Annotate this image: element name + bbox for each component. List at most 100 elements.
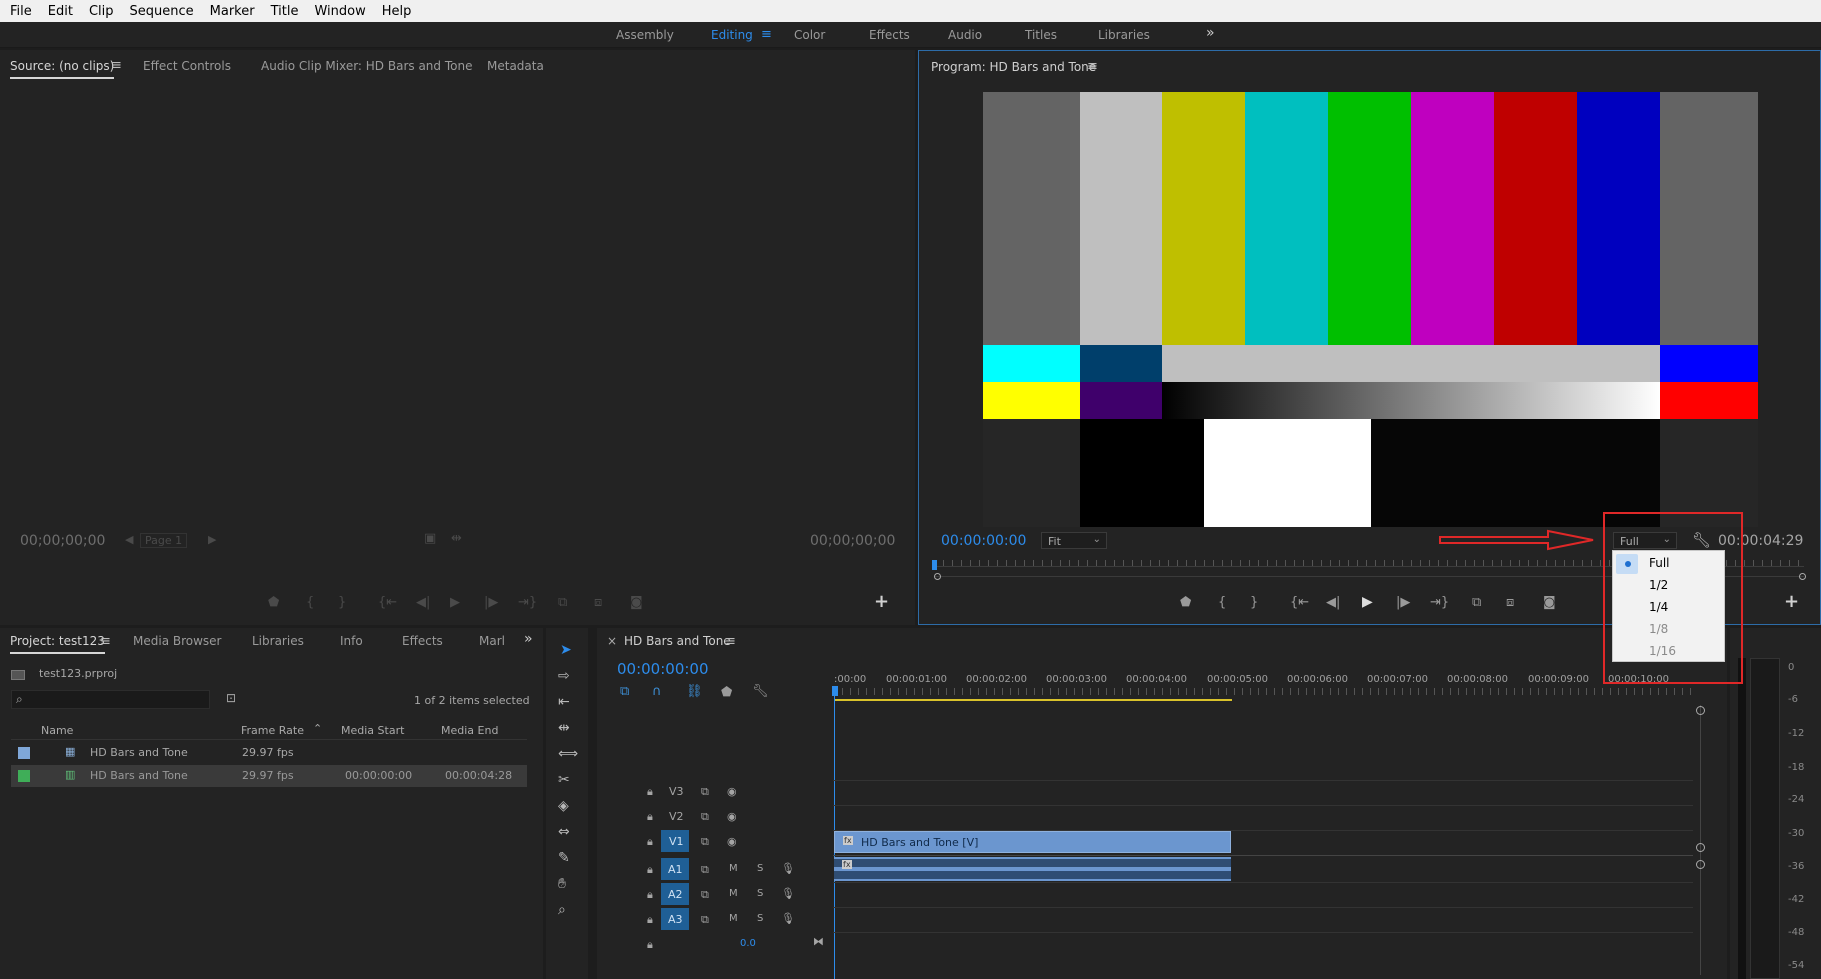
program-step-back-icon[interactable]: ◀| <box>1326 595 1340 610</box>
sync-lock-icon[interactable]: ⧉ <box>701 835 709 849</box>
timeline-timecode[interactable]: 00:00:00:00 <box>617 660 709 678</box>
tab-metadata[interactable]: Metadata <box>487 59 544 73</box>
sync-lock-icon[interactable]: ⧉ <box>701 785 709 799</box>
program-export-frame-icon[interactable]: ◙ <box>1543 595 1556 610</box>
table-row[interactable]: ▥ HD Bars and Tone 29.97 fps 00:00:00:00… <box>11 765 527 787</box>
timeline-menu-icon[interactable]: ≡ <box>725 634 736 649</box>
menu-marker[interactable]: Marker <box>202 4 263 19</box>
zoom-tool-icon[interactable]: ⌕ <box>558 902 566 918</box>
column-frame-rate[interactable]: Frame Rate <box>241 724 304 737</box>
program-timecode-current[interactable]: 00:00:00:00 <box>941 533 1026 549</box>
lock-icon[interactable]: 🔒︎ <box>647 785 653 799</box>
column-media-end[interactable]: Media End <box>441 724 498 737</box>
column-name[interactable]: Name <box>41 724 73 737</box>
lock-icon[interactable]: 🔒︎ <box>647 938 653 952</box>
scroll-handle-bottom[interactable] <box>1696 860 1705 869</box>
menu-edit[interactable]: Edit <box>40 4 81 19</box>
new-bin-from-search-icon[interactable]: ⊡ <box>226 691 236 705</box>
selection-tool-icon[interactable]: ➤ <box>560 642 572 658</box>
track-v3-label[interactable]: V3 <box>669 785 684 798</box>
track-a1-label[interactable]: A1 <box>661 858 689 880</box>
slip-tool-icon[interactable]: ◈ <box>558 798 569 814</box>
program-menu-icon[interactable]: ≡ <box>1087 59 1098 74</box>
ripple-edit-tool-icon[interactable]: ⇤ <box>558 694 570 710</box>
master-volume[interactable]: 0.0 <box>740 938 756 949</box>
program-extract-icon[interactable]: ⧈ <box>1506 595 1514 610</box>
timeline-close-icon[interactable]: × <box>607 634 617 648</box>
work-area-bar[interactable] <box>834 699 1232 701</box>
program-mark-out-icon[interactable]: } <box>1250 595 1258 610</box>
sort-ascending-icon[interactable]: ⌃ <box>313 722 322 735</box>
menu-window[interactable]: Window <box>306 4 373 19</box>
tab-audio-clip-mixer[interactable]: Audio Clip Mixer: HD Bars and Tone <box>261 59 472 73</box>
table-row[interactable]: ▦ HD Bars and Tone 29.97 fps <box>11 742 527 764</box>
program-play-icon[interactable]: ▶ <box>1362 594 1373 610</box>
microphone-icon[interactable]: 🎙︎ <box>781 912 795 925</box>
microphone-icon[interactable]: 🎙︎ <box>781 887 795 900</box>
eye-icon[interactable]: ◉ <box>727 810 737 823</box>
mute-button[interactable]: M <box>729 913 738 924</box>
tab-markers[interactable]: Marl <box>479 634 505 648</box>
track-a2-label[interactable]: A2 <box>661 883 689 905</box>
workspace-color[interactable]: Color <box>794 28 825 42</box>
project-search-input[interactable]: ⌕ <box>11 690 210 709</box>
zoom-handle-left[interactable] <box>934 573 941 580</box>
snap-icon[interactable]: ∩ <box>652 684 662 699</box>
menu-title[interactable]: Title <box>263 4 307 19</box>
workspace-effects[interactable]: Effects <box>869 28 910 42</box>
tab-project[interactable]: Project: test123 <box>10 634 105 654</box>
go-to-end-icon[interactable]: ⧓ <box>813 935 824 948</box>
audio-clip[interactable]: fx <box>834 857 1231 881</box>
workspace-editing-menu-icon[interactable]: ≡ <box>761 27 772 42</box>
track-select-tool-icon[interactable]: ⇨ <box>558 668 570 684</box>
eye-icon[interactable]: ◉ <box>727 835 737 848</box>
lock-icon[interactable]: 🔒︎ <box>647 888 653 902</box>
program-playhead[interactable] <box>932 560 937 570</box>
source-button-editor-icon[interactable]: + <box>874 591 889 612</box>
tab-libraries[interactable]: Libraries <box>252 634 304 648</box>
mute-button[interactable]: M <box>729 888 738 899</box>
workspace-audio[interactable]: Audio <box>948 28 982 42</box>
project-tabs-overflow-icon[interactable]: » <box>524 631 533 647</box>
sync-lock-icon[interactable]: ⧉ <box>701 913 709 927</box>
scroll-handle-top[interactable] <box>1696 706 1705 715</box>
project-menu-icon[interactable]: ≡ <box>100 634 111 649</box>
nest-toggle-icon[interactable]: ⧉ <box>620 684 629 699</box>
program-title[interactable]: Program: HD Bars and Tone <box>931 60 1096 74</box>
tab-effects[interactable]: Effects <box>402 634 443 648</box>
zoom-dropdown[interactable]: Fit ⌄ <box>1041 532 1107 549</box>
sync-lock-icon[interactable]: ⧉ <box>701 888 709 902</box>
program-button-editor-icon[interactable]: + <box>1784 591 1799 612</box>
hand-tool-icon[interactable]: ✋︎ <box>558 876 566 892</box>
rate-stretch-tool-icon[interactable]: ⟺ <box>558 746 578 762</box>
tab-media-browser[interactable]: Media Browser <box>133 634 221 648</box>
source-menu-icon[interactable]: ≡ <box>111 58 122 73</box>
add-marker-icon[interactable]: ⬟ <box>721 685 732 700</box>
mute-button[interactable]: M <box>729 863 738 874</box>
track-a3-label[interactable]: A3 <box>661 908 689 930</box>
lock-icon[interactable]: 🔒︎ <box>647 863 653 877</box>
workspace-editing[interactable]: Editing <box>711 28 753 42</box>
solo-button[interactable]: S <box>757 888 763 899</box>
sync-lock-icon[interactable]: ⧉ <box>701 863 709 877</box>
scroll-handle-middle[interactable] <box>1696 843 1705 852</box>
razor-tool-icon[interactable]: ✂ <box>558 772 570 788</box>
program-goto-in-icon[interactable]: {⇤ <box>1290 595 1309 610</box>
program-goto-out-icon[interactable]: ⇥} <box>1430 595 1449 610</box>
sync-lock-icon[interactable]: ⧉ <box>701 810 709 824</box>
column-media-start[interactable]: Media Start <box>341 724 404 737</box>
microphone-icon[interactable]: 🎙︎ <box>781 862 795 875</box>
timeline-settings-wrench-icon[interactable]: 🔧︎ <box>752 684 769 699</box>
tab-source[interactable]: Source: (no clips) <box>10 59 115 79</box>
track-v1-label[interactable]: V1 <box>661 830 689 852</box>
menu-clip[interactable]: Clip <box>81 4 122 19</box>
slide-tool-icon[interactable]: ⇔ <box>558 824 570 840</box>
label-color-chip[interactable] <box>18 747 30 759</box>
workspaces-overflow-icon[interactable]: » <box>1206 25 1215 41</box>
tab-info[interactable]: Info <box>340 634 363 648</box>
timeline-sequence-tab[interactable]: HD Bars and Tone <box>624 634 731 648</box>
workspace-assembly[interactable]: Assembly <box>616 28 674 42</box>
menu-file[interactable]: File <box>2 4 40 19</box>
timeline-vertical-scrollbar[interactable] <box>1700 705 1701 975</box>
program-step-forward-icon[interactable]: |▶ <box>1396 595 1410 610</box>
